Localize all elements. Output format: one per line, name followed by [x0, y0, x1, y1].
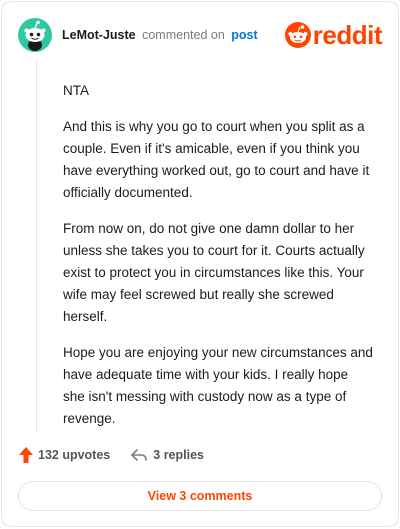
comment-paragraph: Hope you are enjoying your new circumsta… — [63, 345, 373, 426]
reddit-brand[interactable]: reddit — [284, 20, 383, 50]
comment-card: LeMot-Juste commented on post reddit NTA… — [1, 1, 399, 527]
upvote-count: 132 upvotes — [38, 448, 111, 462]
action-text: commented on — [142, 28, 225, 42]
reddit-alien-icon — [284, 22, 311, 48]
reddit-wordmark: reddit — [312, 20, 383, 50]
byline: LeMot-Juste commented on post — [62, 28, 258, 42]
snoo-avatar-icon[interactable] — [18, 18, 52, 52]
replies-count[interactable]: 3 replies — [153, 448, 204, 462]
reply-arrow-icon[interactable] — [130, 448, 148, 462]
post-link[interactable]: post — [231, 28, 257, 42]
comment-paragraph: And this is why you go to court when you… — [63, 119, 370, 200]
comment-paragraph: NTA — [63, 83, 89, 98]
username-link[interactable]: LeMot-Juste — [62, 28, 136, 42]
comment-header: LeMot-Juste commented on post reddit — [18, 18, 383, 52]
thread-line[interactable] — [36, 60, 37, 432]
comment-body: NTA And this is why you go to court when… — [63, 80, 373, 444]
upvote-arrow-icon[interactable] — [18, 446, 34, 464]
comment-actions: 132 upvotes 3 replies — [18, 445, 204, 465]
view-comments-button[interactable]: View 3 comments — [18, 481, 382, 511]
comment-paragraph: From now on, do not give one damn dollar… — [63, 221, 365, 324]
